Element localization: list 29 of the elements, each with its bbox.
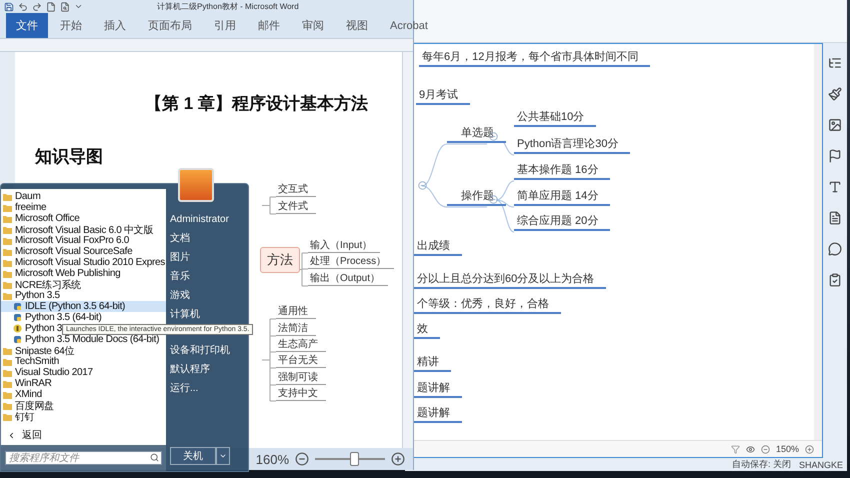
- subtopic: 公共基础10分: [514, 110, 596, 127]
- mind-map-node: 处理（Process）: [308, 255, 394, 269]
- topic: 分以上且总分达到60分及以上为合格: [414, 272, 606, 289]
- autosave-status: 自动保存: 关闭: [732, 458, 791, 471]
- subtopic: 综合应用题 20分: [514, 214, 610, 231]
- mind-map-node: 强制可读: [276, 371, 326, 385]
- mind-map-node: 交互式: [276, 183, 316, 197]
- section-heading: 知识导图: [35, 146, 103, 168]
- mind-map-node: 文件式: [276, 200, 316, 214]
- mind-map-node: 输出（Output）: [308, 272, 388, 286]
- topic: 9月考试: [416, 88, 470, 105]
- mind-map-center-node: 方法: [260, 247, 300, 273]
- mind-map-node: 输入（Input）: [308, 239, 380, 253]
- mind-map-node: 支持中文: [276, 387, 326, 401]
- mind-map-node: 平台无关: [276, 354, 326, 368]
- topic: 每年6月，12月报考，每个省市具体时间不同: [419, 50, 650, 67]
- mind-map-node: 生态高产: [276, 338, 326, 352]
- window-title: 计算机二级Python教材 - Microsoft Word: [157, 1, 299, 12]
- zoom-level: 160%: [256, 452, 289, 466]
- mind-map-node: 通用性: [276, 305, 316, 319]
- mind-map-node: 法简洁: [276, 322, 316, 336]
- chapter-heading: 【第 1 章】程序设计基本方法: [145, 93, 368, 115]
- user-name: SHANGKE: [798, 460, 843, 470]
- topic: 单选题: [447, 126, 506, 143]
- topic: 操作题: [447, 189, 506, 206]
- subtopic: 简单应用题 14分: [514, 189, 610, 206]
- zoom-level: 150%: [776, 444, 799, 454]
- subtopic: Python语言理论30分: [514, 137, 630, 154]
- subtopic: 基本操作题 16分: [514, 163, 610, 180]
